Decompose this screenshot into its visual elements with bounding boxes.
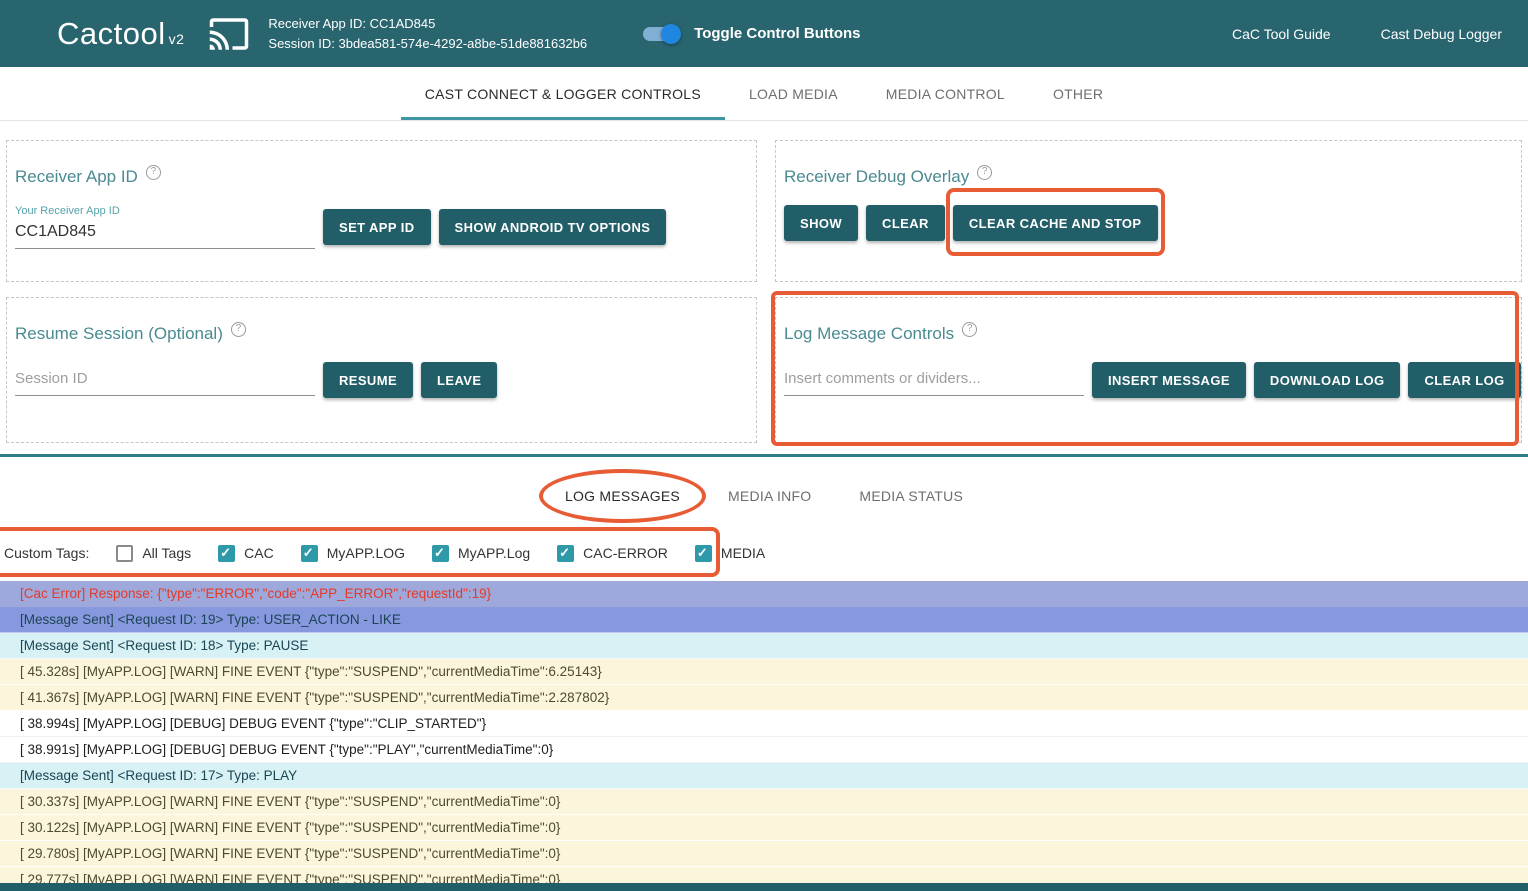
tag-cac[interactable]: CAC bbox=[218, 545, 274, 562]
custom-tags-bar: Custom Tags: All Tags CAC MyAPP.LOG MyAP… bbox=[0, 525, 1528, 581]
tag-myapp-log-mixed[interactable]: MyAPP.Log bbox=[432, 545, 530, 562]
receiver-debug-overlay-title: Receiver Debug Overlay bbox=[784, 167, 969, 187]
receiver-app-id-field: Your Receiver App ID bbox=[15, 205, 315, 249]
receiver-app-id-title: Receiver App ID bbox=[15, 167, 138, 187]
cast-icon bbox=[206, 13, 252, 55]
resume-session-panel: Resume Session (Optional) ? RESUME LEAVE bbox=[6, 297, 757, 443]
session-id-input[interactable] bbox=[15, 365, 315, 396]
session-id-field bbox=[15, 365, 315, 396]
media-checkbox[interactable] bbox=[695, 545, 712, 562]
cac-checkbox[interactable] bbox=[218, 545, 235, 562]
log-message-input[interactable] bbox=[784, 365, 1084, 396]
clear-cache-and-stop-button[interactable]: CLEAR CACHE AND STOP bbox=[953, 205, 1158, 241]
cac-tool-guide-link[interactable]: CaC Tool Guide bbox=[1232, 26, 1331, 42]
control-buttons-toggle[interactable] bbox=[643, 27, 677, 41]
tab-other[interactable]: OTHER bbox=[1029, 67, 1127, 120]
resume-button[interactable]: RESUME bbox=[323, 362, 413, 398]
show-overlay-button[interactable]: SHOW bbox=[784, 205, 858, 241]
main-tab-bar: CAST CONNECT & LOGGER CONTROLS LOAD MEDI… bbox=[0, 67, 1528, 121]
myapp-log-upper-checkbox[interactable] bbox=[301, 545, 318, 562]
help-icon[interactable]: ? bbox=[231, 322, 246, 337]
log-tab-bar: LOG MESSAGES MEDIA INFO MEDIA STATUS bbox=[0, 457, 1528, 525]
app-logo: Cactoolv2 bbox=[57, 16, 184, 52]
receiver-app-id-panel: Receiver App ID ? Your Receiver App ID S… bbox=[6, 140, 757, 282]
header-receiver-app-id: Receiver App ID: CC1AD845 bbox=[268, 14, 587, 34]
tag-label: MyAPP.Log bbox=[458, 545, 530, 561]
log-row: [ 45.328s] [MyAPP.LOG] [WARN] FINE EVENT… bbox=[0, 659, 1528, 685]
insert-message-button[interactable]: INSERT MESSAGE bbox=[1092, 362, 1246, 398]
toggle-label: Toggle Control Buttons bbox=[694, 25, 860, 42]
app-logo-version: v2 bbox=[169, 31, 185, 47]
header-links: CaC Tool Guide Cast Debug Logger bbox=[1232, 26, 1502, 42]
cac-error-checkbox[interactable] bbox=[557, 545, 574, 562]
tag-cac-error[interactable]: CAC-ERROR bbox=[557, 545, 668, 562]
cast-debug-logger-link[interactable]: Cast Debug Logger bbox=[1381, 26, 1502, 42]
receiver-app-id-input[interactable] bbox=[15, 218, 315, 249]
footer-bar bbox=[0, 883, 1528, 891]
tab-load-media[interactable]: LOAD MEDIA bbox=[725, 67, 862, 120]
toggle-control-buttons: Toggle Control Buttons bbox=[643, 25, 860, 42]
log-row: [ 41.367s] [MyAPP.LOG] [WARN] FINE EVENT… bbox=[0, 685, 1528, 711]
log-message-controls-panel: Log Message Controls ? INSERT MESSAGE DO… bbox=[775, 297, 1522, 443]
tab-media-control[interactable]: MEDIA CONTROL bbox=[862, 67, 1029, 120]
tag-all-tags[interactable]: All Tags bbox=[116, 545, 191, 562]
myapp-log-mixed-checkbox[interactable] bbox=[432, 545, 449, 562]
log-row: [ 29.780s] [MyAPP.LOG] [WARN] FINE EVENT… bbox=[0, 841, 1528, 867]
toggle-knob bbox=[661, 24, 681, 44]
help-icon[interactable]: ? bbox=[146, 165, 161, 180]
tag-myapp-log-upper[interactable]: MyAPP.LOG bbox=[301, 545, 405, 562]
log-row: [ 30.122s] [MyAPP.LOG] [WARN] FINE EVENT… bbox=[0, 815, 1528, 841]
log-row: [Message Sent] <Request ID: 17> Type: PL… bbox=[0, 763, 1528, 789]
controls-section: Receiver App ID ? Your Receiver App ID S… bbox=[0, 121, 1528, 457]
receiver-debug-overlay-panel: Receiver Debug Overlay ? SHOW CLEAR CLEA… bbox=[775, 140, 1522, 282]
tag-label: All Tags bbox=[142, 545, 191, 561]
app-logo-text: Cactool bbox=[57, 16, 166, 51]
set-app-id-button[interactable]: SET APP ID bbox=[323, 209, 431, 245]
log-row: [Message Sent] <Request ID: 19> Type: US… bbox=[0, 607, 1528, 633]
tag-label: CAC-ERROR bbox=[583, 545, 668, 561]
tab-media-status[interactable]: MEDIA STATUS bbox=[835, 474, 987, 518]
tag-label: MEDIA bbox=[721, 545, 765, 561]
session-info: Receiver App ID: CC1AD845 Session ID: 3b… bbox=[268, 14, 587, 54]
tag-label: CAC bbox=[244, 545, 274, 561]
clear-overlay-button[interactable]: CLEAR bbox=[866, 205, 945, 241]
log-row: [ 38.991s] [MyAPP.LOG] [DEBUG] DEBUG EVE… bbox=[0, 737, 1528, 763]
receiver-app-id-field-label: Your Receiver App ID bbox=[15, 205, 315, 217]
all-tags-checkbox[interactable] bbox=[116, 545, 133, 562]
log-messages-list: [Cac Error] Response: {"type":"ERROR","c… bbox=[0, 581, 1528, 891]
log-row: [ 38.994s] [MyAPP.LOG] [DEBUG] DEBUG EVE… bbox=[0, 711, 1528, 737]
tag-media[interactable]: MEDIA bbox=[695, 545, 765, 562]
log-row: [Message Sent] <Request ID: 18> Type: PA… bbox=[0, 633, 1528, 659]
log-row: [Cac Error] Response: {"type":"ERROR","c… bbox=[0, 581, 1528, 607]
log-message-controls-title: Log Message Controls bbox=[784, 324, 954, 344]
help-icon[interactable]: ? bbox=[977, 165, 992, 180]
resume-session-title: Resume Session (Optional) bbox=[15, 324, 223, 344]
app-header: Cactoolv2 Receiver App ID: CC1AD845 Sess… bbox=[0, 0, 1528, 67]
tab-media-info[interactable]: MEDIA INFO bbox=[704, 474, 835, 518]
tab-log-messages[interactable]: LOG MESSAGES bbox=[541, 474, 704, 518]
log-message-field bbox=[784, 365, 1084, 396]
clear-log-button[interactable]: CLEAR LOG bbox=[1408, 362, 1520, 398]
leave-button[interactable]: LEAVE bbox=[421, 362, 497, 398]
custom-tags-label: Custom Tags: bbox=[4, 545, 89, 561]
tag-label: MyAPP.LOG bbox=[327, 545, 405, 561]
download-log-button[interactable]: DOWNLOAD LOG bbox=[1254, 362, 1401, 398]
show-android-tv-options-button[interactable]: SHOW ANDROID TV OPTIONS bbox=[439, 209, 667, 245]
header-session-id: Session ID: 3bdea581-574e-4292-a8be-51de… bbox=[268, 34, 587, 54]
help-icon[interactable]: ? bbox=[962, 322, 977, 337]
tab-cast-connect-logger-controls[interactable]: CAST CONNECT & LOGGER CONTROLS bbox=[401, 67, 725, 120]
section-divider bbox=[0, 454, 1528, 457]
cactool-app: Cactoolv2 Receiver App ID: CC1AD845 Sess… bbox=[0, 0, 1528, 891]
log-row: [ 30.337s] [MyAPP.LOG] [WARN] FINE EVENT… bbox=[0, 789, 1528, 815]
